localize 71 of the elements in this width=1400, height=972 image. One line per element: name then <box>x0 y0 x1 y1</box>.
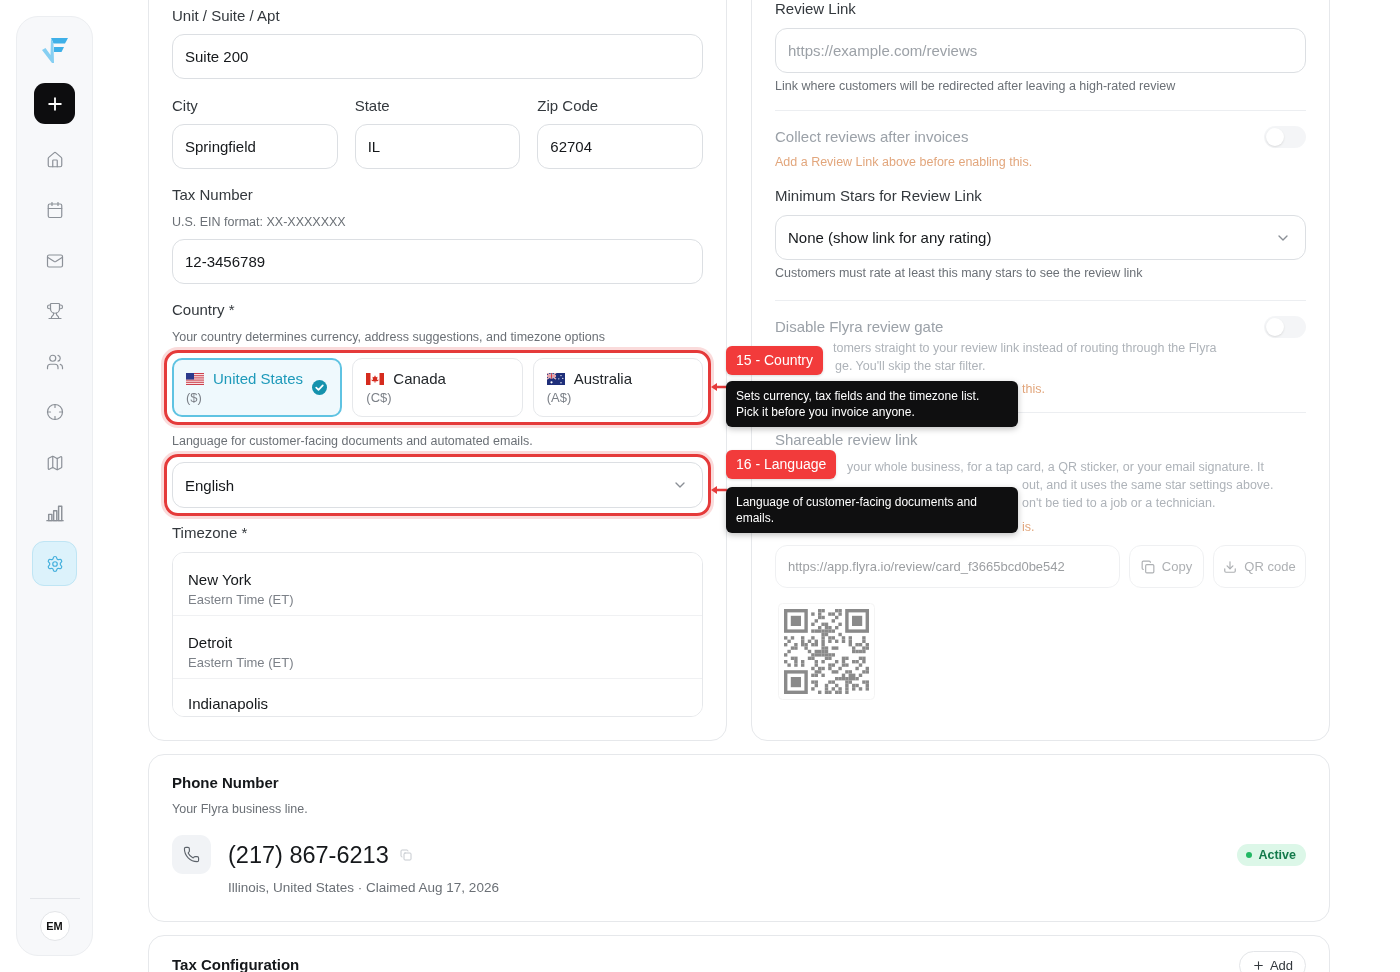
field-label: City <box>172 96 199 116</box>
status-label: Active <box>1258 847 1296 862</box>
description-text: out, and it uses the same star settings above. <box>1022 477 1275 494</box>
plus-icon <box>1251 959 1265 972</box>
annotation-label: 15 - Country <box>726 346 824 375</box>
language-select[interactable]: English <box>172 462 703 508</box>
status-dot-icon <box>1246 851 1253 858</box>
field-label: Minimum Stars for Review Link <box>775 186 983 206</box>
annotation-tooltip: Sets currency, tax fields and the timezone list. Pick it before you invoice anyone. <box>726 381 1018 427</box>
description-text: tomers straight to your review link instead of routing through the Flyra <box>833 340 1218 357</box>
annotation-label: 16 - Language <box>726 450 837 479</box>
field-label: Unit / Suite / Apt <box>172 6 281 26</box>
setting-title: Shareable review link <box>775 430 919 450</box>
tax-number-input[interactable]: 12-3456789 <box>172 239 703 284</box>
description-text: ge. You'll skip the star filter. <box>835 358 987 375</box>
copy-icon <box>1140 559 1155 574</box>
us-flag-icon <box>186 372 204 385</box>
field-hint: Customers must rate at least this many stars to see the review link <box>775 265 1144 282</box>
minimum-stars-select[interactable]: None (show link for any rating) <box>775 215 1306 260</box>
users-icon <box>45 352 64 371</box>
field-hint: Your country determines currency, address suggestions, and timezone options <box>172 329 606 346</box>
field-label: Country * <box>172 300 236 320</box>
country-option[interactable]: United States ($) <box>172 358 343 417</box>
download-icon <box>1223 559 1238 574</box>
city-input[interactable]: Springfield <box>172 124 338 169</box>
country-option[interactable]: Canada (C$) <box>352 358 523 417</box>
australia-flag-icon <box>546 372 565 385</box>
copy-icon[interactable] <box>399 848 412 861</box>
check-circle-icon <box>312 380 328 395</box>
unit-input[interactable]: Suite 200 <box>172 34 703 79</box>
crosshair-icon <box>45 403 64 421</box>
field-hint: Language for customer-facing documents and automated emails. <box>172 433 534 450</box>
field-hint: Link where customers will be redirected after leaving a high-rated review <box>775 78 1177 95</box>
field-label: Review Link <box>775 0 857 19</box>
add-button[interactable]: Add <box>1239 951 1306 972</box>
map-icon <box>45 453 64 472</box>
card-title: Phone Number <box>172 773 280 793</box>
nav-button[interactable] <box>32 541 77 586</box>
card-subtitle: Your Flyra business line. <box>172 801 309 818</box>
setting-title: Disable Flyra review gate <box>775 317 944 337</box>
phone-icon <box>172 835 211 874</box>
logo-icon <box>40 36 69 64</box>
qr-code-icon <box>778 603 875 700</box>
timezone-option[interactable]: New York Eastern Time (ET) <box>173 553 702 616</box>
field-label: Timezone * <box>172 523 249 543</box>
settings-icon <box>45 554 64 573</box>
setting-title: Collect reviews after invoices <box>775 127 969 147</box>
warning-text: is. <box>1022 519 1036 536</box>
calendar-icon <box>45 201 64 219</box>
description-text: on't be tied to a job or a technician. <box>1022 495 1217 512</box>
home-icon <box>45 150 64 169</box>
state-input[interactable]: IL <box>354 124 521 169</box>
field-label: State <box>354 96 391 116</box>
country-option[interactable]: Australia (A$) <box>532 358 703 417</box>
field-label: Zip Code <box>537 96 600 116</box>
new-button[interactable] <box>34 83 75 124</box>
annotation-tooltip: Language of customer-facing documents and emails. <box>726 487 1018 533</box>
phone-number: (217) 867-6213 <box>228 840 389 870</box>
review-link-input[interactable]: https://example.com/reviews <box>775 28 1306 73</box>
warning-text: this. <box>1022 381 1046 398</box>
phone-details: Illinois, United States · Claimed Aug 17, 2026 <box>228 879 500 897</box>
field-label: Tax Number <box>172 185 254 205</box>
description-text: your whole business, for a tap card, a QR sticker, or your email signature. It <box>847 459 1265 476</box>
mail-icon <box>45 251 64 270</box>
user-avatar[interactable]: EM <box>39 911 70 941</box>
warning-text: Add a Review Link above before enabling this. <box>775 154 1034 171</box>
field-hint: U.S. EIN format: XX-XXXXXXX <box>172 214 347 231</box>
bar-chart-icon <box>45 504 64 522</box>
canada-flag-icon <box>366 372 385 385</box>
zip-input[interactable]: 62704 <box>537 124 703 169</box>
trophy-icon <box>45 302 64 320</box>
